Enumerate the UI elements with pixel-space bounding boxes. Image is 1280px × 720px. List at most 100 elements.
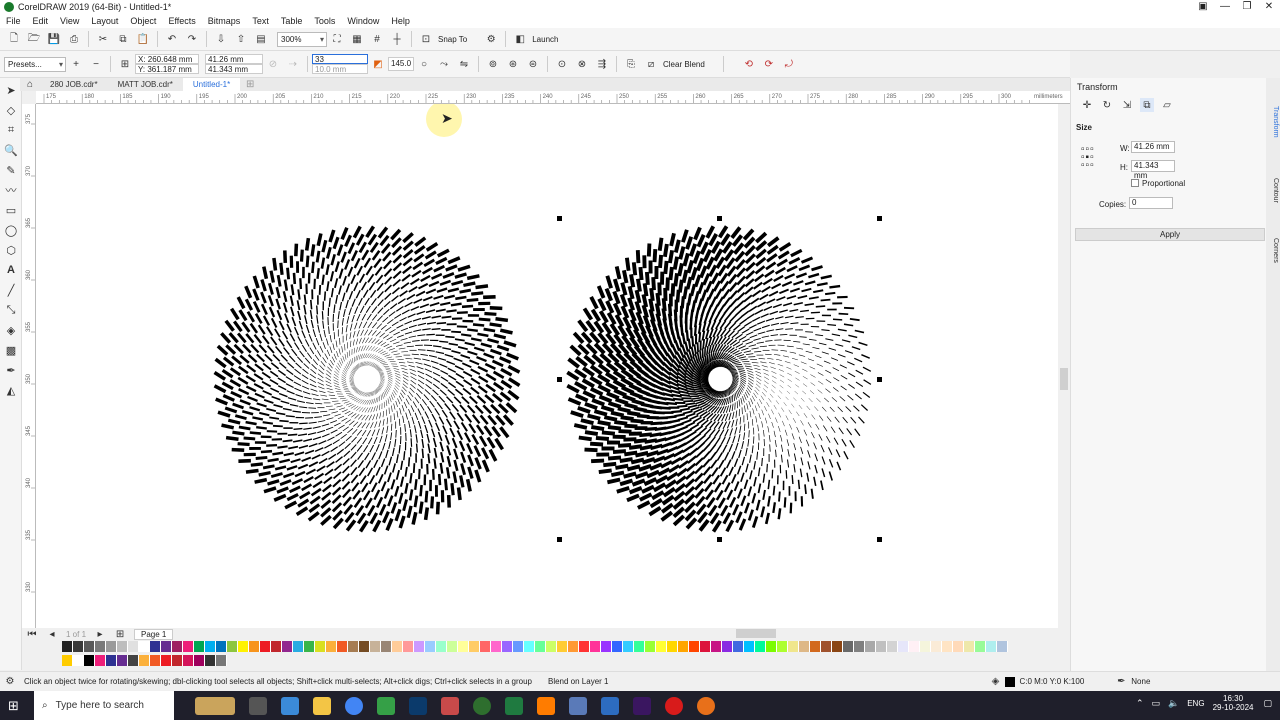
- color-swatch[interactable]: [227, 641, 238, 652]
- copies-field[interactable]: 0: [1129, 197, 1173, 209]
- color-swatch[interactable]: [304, 641, 315, 652]
- color-swatch[interactable]: [491, 641, 502, 652]
- undo-icon[interactable]: ↶: [165, 32, 179, 46]
- color-swatch[interactable]: [810, 641, 821, 652]
- color-swatch[interactable]: [656, 641, 667, 652]
- color-swatch[interactable]: [183, 641, 194, 652]
- horizontal-scroll-thumb[interactable]: [736, 629, 776, 638]
- color-swatch[interactable]: [854, 641, 865, 652]
- selection-handle[interactable]: [717, 537, 722, 542]
- page-tab[interactable]: Page 1: [134, 628, 174, 640]
- coreldraw-active-icon[interactable]: [473, 696, 491, 715]
- redo-icon[interactable]: ↷: [185, 32, 199, 46]
- color-swatch[interactable]: [172, 641, 183, 652]
- color-swatch[interactable]: [821, 641, 832, 652]
- menu-file[interactable]: File: [6, 16, 21, 26]
- color-swatch[interactable]: [62, 655, 73, 666]
- add-preset-icon[interactable]: +: [69, 57, 83, 71]
- color-swatch[interactable]: [425, 641, 436, 652]
- color-swatch[interactable]: [755, 641, 766, 652]
- clear-blend-button[interactable]: Clear Blend: [663, 60, 705, 69]
- color-swatch[interactable]: [84, 641, 95, 652]
- file-explorer-icon[interactable]: [313, 696, 331, 715]
- menu-view[interactable]: View: [60, 16, 79, 26]
- color-swatch[interactable]: [711, 641, 722, 652]
- vertical-scrollbar[interactable]: [1058, 104, 1070, 628]
- color-swatch[interactable]: [117, 655, 128, 666]
- first-page-icon[interactable]: ⏮: [25, 627, 39, 641]
- blend-path-icon[interactable]: ⤳: [437, 57, 451, 71]
- artistic-media-tool-icon[interactable]: 〰: [0, 180, 22, 200]
- menu-window[interactable]: Window: [347, 16, 379, 26]
- color-swatch[interactable]: [436, 641, 447, 652]
- loop-blend-icon[interactable]: ○: [417, 57, 431, 71]
- color-swatch[interactable]: [700, 641, 711, 652]
- launch-icon[interactable]: ◧: [513, 32, 527, 46]
- blend-object-icon[interactable]: ⇋: [457, 57, 471, 71]
- color-swatch[interactable]: [865, 641, 876, 652]
- side-tab-corners[interactable]: Corners: [1267, 238, 1279, 263]
- color-swatch[interactable]: [106, 655, 117, 666]
- color-swatch[interactable]: [326, 641, 337, 652]
- color-swatch[interactable]: [414, 641, 425, 652]
- color-swatch[interactable]: [601, 641, 612, 652]
- ellipse-tool-icon[interactable]: ◯: [0, 220, 22, 240]
- color-swatch[interactable]: [73, 641, 84, 652]
- apply-button[interactable]: Apply: [1075, 228, 1265, 241]
- coreldraw-task-icon[interactable]: [377, 696, 395, 715]
- windows-start-icon[interactable]: ⊞: [8, 698, 19, 714]
- color-swatch[interactable]: [843, 641, 854, 652]
- color-swatch[interactable]: [370, 641, 381, 652]
- menu-text[interactable]: Text: [252, 16, 269, 26]
- options-gear-icon[interactable]: ⚙: [484, 32, 498, 46]
- color-swatch[interactable]: [876, 641, 887, 652]
- full-screen-icon[interactable]: ⛶: [330, 32, 344, 46]
- color-swatch[interactable]: [953, 641, 964, 652]
- blend-direction-icon[interactable]: ⇢: [286, 57, 300, 71]
- color-swatch[interactable]: [975, 641, 986, 652]
- blend-steps-field[interactable]: 33: [312, 54, 368, 64]
- save-icon[interactable]: 💾: [47, 32, 61, 46]
- taskbar-search-box[interactable]: ⌕ Type here to search: [34, 691, 174, 720]
- vertical-scroll-thumb[interactable]: [1060, 368, 1068, 390]
- connector-tool-icon[interactable]: ⤡: [0, 300, 22, 320]
- rectangle-tool-icon[interactable]: ▭: [0, 200, 22, 220]
- volume-icon[interactable]: 🔈: [1168, 698, 1179, 709]
- docker-height-field[interactable]: 41.343 mm: [1131, 160, 1175, 180]
- color-swatch[interactable]: [271, 641, 282, 652]
- menu-layout[interactable]: Layout: [91, 16, 118, 26]
- side-tab-contour[interactable]: Contour: [1267, 178, 1279, 203]
- color-swatch[interactable]: [942, 641, 953, 652]
- color-swatch[interactable]: [722, 641, 733, 652]
- color-swatch[interactable]: [194, 655, 205, 666]
- document-palette[interactable]: [62, 655, 262, 666]
- snap-to-icon[interactable]: ⊡: [419, 32, 433, 46]
- vertical-ruler[interactable]: 375 370 365 360 355 350 345 340 335 330: [22, 104, 36, 628]
- text-tool-icon[interactable]: A: [0, 260, 22, 280]
- language-indicator[interactable]: ENG: [1187, 699, 1204, 708]
- anchor-grid-icon[interactable]: ▫▫▫ ▫▪▫ ▫▫▫: [1081, 145, 1095, 171]
- network-icon[interactable]: ▭: [1151, 698, 1160, 709]
- color-swatch[interactable]: [964, 641, 975, 652]
- fill-swatch[interactable]: [1005, 676, 1016, 687]
- tab-matt-job[interactable]: MATT JOB.cdr*: [108, 78, 183, 91]
- docker-width-field[interactable]: 41.26 mm: [1131, 141, 1175, 153]
- skew-icon[interactable]: ▱: [1160, 98, 1174, 112]
- color-swatch[interactable]: [194, 641, 205, 652]
- color-swatch[interactable]: [403, 641, 414, 652]
- prev-page-icon[interactable]: ◂: [45, 627, 59, 641]
- color-swatch[interactable]: [359, 641, 370, 652]
- acrobat-icon[interactable]: [441, 696, 459, 715]
- spiral-blend-left[interactable]: [213, 225, 521, 533]
- accelerate-size-icon[interactable]: ⇶: [595, 57, 609, 71]
- menu-bitmaps[interactable]: Bitmaps: [208, 16, 241, 26]
- height-field[interactable]: 41.343 mm: [205, 64, 263, 74]
- paint-app-icon[interactable]: [281, 696, 299, 715]
- selection-handle[interactable]: [557, 537, 562, 542]
- color-swatch[interactable]: [315, 641, 326, 652]
- freehand-tool-icon[interactable]: ✎: [0, 160, 22, 180]
- color-swatch[interactable]: [546, 641, 557, 652]
- color-palette[interactable]: [62, 641, 1042, 652]
- width-field[interactable]: 41.26 mm: [205, 54, 263, 64]
- color-swatch[interactable]: [139, 641, 150, 652]
